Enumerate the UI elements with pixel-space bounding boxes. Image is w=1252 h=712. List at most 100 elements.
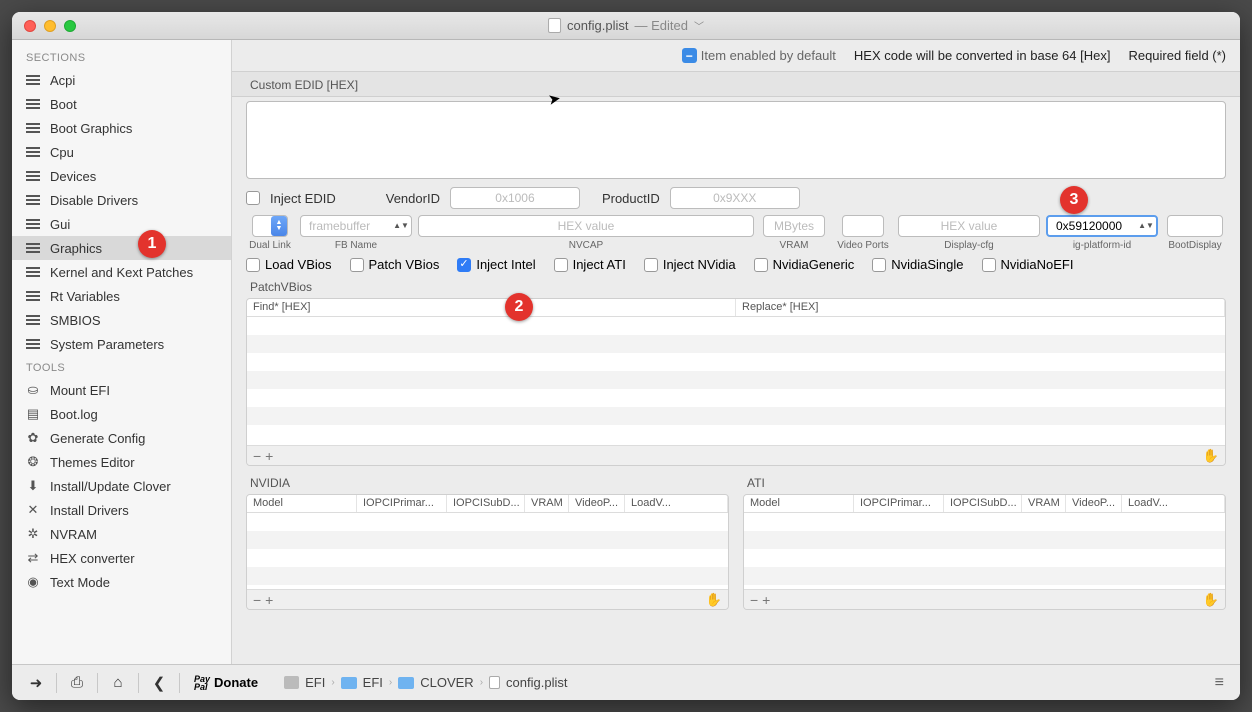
crumb-efi-disk[interactable]: EFI bbox=[305, 675, 325, 690]
nvidia-table[interactable]: Model IOPCIPrimar... IOPCISubD... VRAM V… bbox=[246, 494, 729, 610]
boot-display-label: BootDisplay bbox=[1168, 240, 1221, 251]
share-icon[interactable]: ❮ bbox=[145, 669, 173, 697]
iopci-sub-column[interactable]: IOPCISubD... bbox=[944, 495, 1022, 512]
crumb-clover[interactable]: CLOVER bbox=[420, 675, 473, 690]
edid-textarea[interactable] bbox=[246, 101, 1226, 179]
display-cfg-field[interactable]: HEX value bbox=[898, 215, 1040, 237]
drag-handle-icon[interactable]: ✋ bbox=[706, 592, 722, 608]
sidebar-item-text-mode[interactable]: ◉Text Mode bbox=[12, 570, 231, 594]
theme-icon: ❂ bbox=[24, 455, 42, 469]
nvidia-generic-checkbox[interactable] bbox=[754, 258, 768, 272]
remove-row-button[interactable]: − bbox=[253, 448, 261, 464]
sidebar-item-themes-editor[interactable]: ❂Themes Editor bbox=[12, 450, 231, 474]
donate-button[interactable]: PayPalDonate bbox=[186, 675, 266, 691]
vram-field[interactable]: MBytes bbox=[763, 215, 825, 237]
annotation-badge-3: 3 bbox=[1060, 186, 1088, 214]
crumb-efi-folder[interactable]: EFI bbox=[363, 675, 383, 690]
home-icon[interactable]: ⌂ bbox=[104, 669, 132, 697]
model-column[interactable]: Model bbox=[744, 495, 854, 512]
sidebar-item-hex-converter[interactable]: ⇄HEX converter bbox=[12, 546, 231, 570]
videop-column[interactable]: VideoP... bbox=[569, 495, 625, 512]
import-icon[interactable]: ➜ bbox=[22, 669, 50, 697]
sidebar-item-acpi[interactable]: Acpi bbox=[12, 68, 231, 92]
productid-field[interactable]: 0x9XXX bbox=[670, 187, 800, 209]
sidebar-item-boot[interactable]: Boot bbox=[12, 92, 231, 116]
inject-intel-checkbox[interactable] bbox=[457, 258, 471, 272]
replace-column[interactable]: Replace* [HEX] bbox=[736, 299, 1225, 316]
loadv-column[interactable]: LoadV... bbox=[625, 495, 728, 512]
sidebar-item-cpu[interactable]: Cpu bbox=[12, 140, 231, 164]
minimize-icon[interactable] bbox=[44, 20, 56, 32]
remove-row-button[interactable]: − bbox=[750, 592, 758, 608]
sidebar-item-gui[interactable]: Gui bbox=[12, 212, 231, 236]
close-icon[interactable] bbox=[24, 20, 36, 32]
hex-hint: HEX code will be converted in base 64 [H… bbox=[854, 48, 1111, 63]
drag-handle-icon[interactable]: ✋ bbox=[1203, 592, 1219, 608]
iopci-primary-column[interactable]: IOPCIPrimar... bbox=[854, 495, 944, 512]
list-icon bbox=[24, 337, 42, 351]
export-icon[interactable]: ⎙ bbox=[63, 669, 91, 697]
vram-column[interactable]: VRAM bbox=[525, 495, 569, 512]
add-row-button[interactable]: + bbox=[265, 448, 273, 464]
fb-name-select[interactable]: framebuffer▲▼ bbox=[300, 215, 412, 237]
sidebar-item-graphics[interactable]: Graphics bbox=[12, 236, 231, 260]
dual-link-select[interactable]: ▲▼ bbox=[252, 215, 288, 237]
vram-column[interactable]: VRAM bbox=[1022, 495, 1066, 512]
annotation-badge-1: 1 bbox=[138, 230, 166, 258]
sidebar-item-disable-drivers[interactable]: Disable Drivers bbox=[12, 188, 231, 212]
wrench-icon: ✕ bbox=[24, 503, 42, 517]
sidebar-item-nvram[interactable]: ✲NVRAM bbox=[12, 522, 231, 546]
patch-vbios-label: Patch VBios bbox=[369, 257, 440, 272]
zoom-icon[interactable] bbox=[64, 20, 76, 32]
sidebar-item-smbios[interactable]: SMBIOS bbox=[12, 308, 231, 332]
video-ports-field[interactable] bbox=[842, 215, 884, 237]
loadv-column[interactable]: LoadV... bbox=[1122, 495, 1225, 512]
ati-title: ATI bbox=[743, 472, 1226, 494]
ig-platform-id-field[interactable]: 0x59120000▲▼ bbox=[1046, 215, 1158, 237]
fb-name-label: FB Name bbox=[335, 240, 377, 251]
chevron-down-icon[interactable]: ﹀ bbox=[694, 18, 704, 33]
patch-vbios-checkbox[interactable] bbox=[350, 258, 364, 272]
inject-ati-checkbox[interactable] bbox=[554, 258, 568, 272]
nvidia-noefi-label: NvidiaNoEFI bbox=[1001, 257, 1074, 272]
sidebar-item-mount-efi[interactable]: ⛀Mount EFI bbox=[12, 378, 231, 402]
add-row-button[interactable]: + bbox=[265, 592, 273, 608]
remove-row-button[interactable]: − bbox=[253, 592, 261, 608]
boot-display-field[interactable] bbox=[1167, 215, 1223, 237]
sidebar-item-generate-config[interactable]: ✿Generate Config bbox=[12, 426, 231, 450]
enabled-hint: −Item enabled by default bbox=[682, 48, 836, 64]
sidebar-item-system-parameters[interactable]: System Parameters bbox=[12, 332, 231, 356]
list-icon bbox=[24, 97, 42, 111]
drag-handle-icon[interactable]: ✋ bbox=[1203, 448, 1219, 464]
sidebar-item-install-drivers[interactable]: ✕Install Drivers bbox=[12, 498, 231, 522]
vendorid-field[interactable]: 0x1006 bbox=[450, 187, 580, 209]
patchvbios-table[interactable]: Find* [HEX] Replace* [HEX] − + ✋ bbox=[246, 298, 1226, 466]
list-toggle-icon[interactable]: ≡ bbox=[1215, 674, 1224, 692]
sidebar-item-boot-graphics[interactable]: Boot Graphics bbox=[12, 116, 231, 140]
crumb-config[interactable]: config.plist bbox=[506, 675, 567, 690]
app-window: config.plist — Edited ﹀ SECTIONS Acpi Bo… bbox=[12, 12, 1240, 700]
sidebar-item-install-clover[interactable]: ⬇Install/Update Clover bbox=[12, 474, 231, 498]
gear-icon: ✿ bbox=[24, 431, 42, 445]
list-icon bbox=[24, 313, 42, 327]
sidebar-item-boot-log[interactable]: ▤Boot.log bbox=[12, 402, 231, 426]
load-vbios-checkbox[interactable] bbox=[246, 258, 260, 272]
add-row-button[interactable]: + bbox=[762, 592, 770, 608]
sidebar-item-kernel-kext[interactable]: Kernel and Kext Patches bbox=[12, 260, 231, 284]
model-column[interactable]: Model bbox=[247, 495, 357, 512]
sidebar: SECTIONS Acpi Boot Boot Graphics Cpu Dev… bbox=[12, 40, 232, 664]
sidebar-item-rt-variables[interactable]: Rt Variables bbox=[12, 284, 231, 308]
inject-nvidia-checkbox[interactable] bbox=[644, 258, 658, 272]
find-column[interactable]: Find* [HEX] bbox=[247, 299, 736, 316]
nvidia-noefi-checkbox[interactable] bbox=[982, 258, 996, 272]
iopci-primary-column[interactable]: IOPCIPrimar... bbox=[357, 495, 447, 512]
folder-icon bbox=[341, 677, 357, 689]
inject-edid-checkbox[interactable] bbox=[246, 191, 260, 205]
iopci-sub-column[interactable]: IOPCISubD... bbox=[447, 495, 525, 512]
sidebar-item-devices[interactable]: Devices bbox=[12, 164, 231, 188]
nvcap-field[interactable]: HEX value bbox=[418, 215, 754, 237]
nvidia-single-checkbox[interactable] bbox=[872, 258, 886, 272]
videop-column[interactable]: VideoP... bbox=[1066, 495, 1122, 512]
ati-table[interactable]: Model IOPCIPrimar... IOPCISubD... VRAM V… bbox=[743, 494, 1226, 610]
inject-intel-label: Inject Intel bbox=[476, 257, 535, 272]
